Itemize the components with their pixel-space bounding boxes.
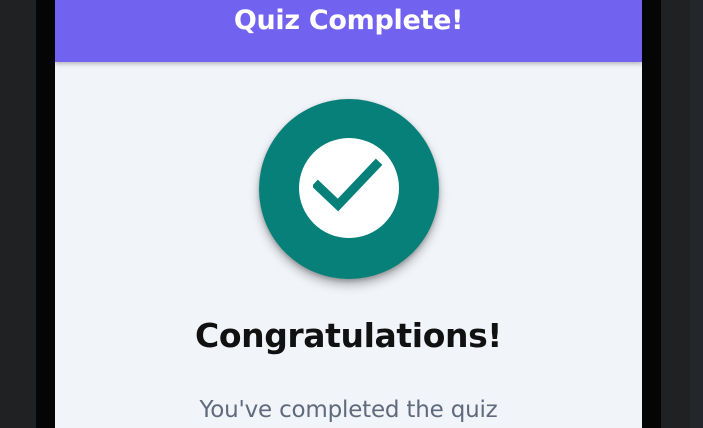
- window-edge: [690, 0, 703, 428]
- app-screen: Quiz Complete! Congratulations! You've c…: [55, 0, 642, 428]
- app-bar: Quiz Complete!: [55, 0, 642, 62]
- success-badge: [259, 99, 439, 279]
- congratulations-heading: Congratulations!: [195, 316, 502, 355]
- check-icon-glyph: [313, 158, 383, 212]
- page-title: Quiz Complete!: [233, 4, 464, 36]
- device-frame: Quiz Complete! Congratulations! You've c…: [36, 0, 661, 428]
- completion-message: You've completed the quiz: [199, 397, 498, 423]
- check-icon: [299, 138, 399, 238]
